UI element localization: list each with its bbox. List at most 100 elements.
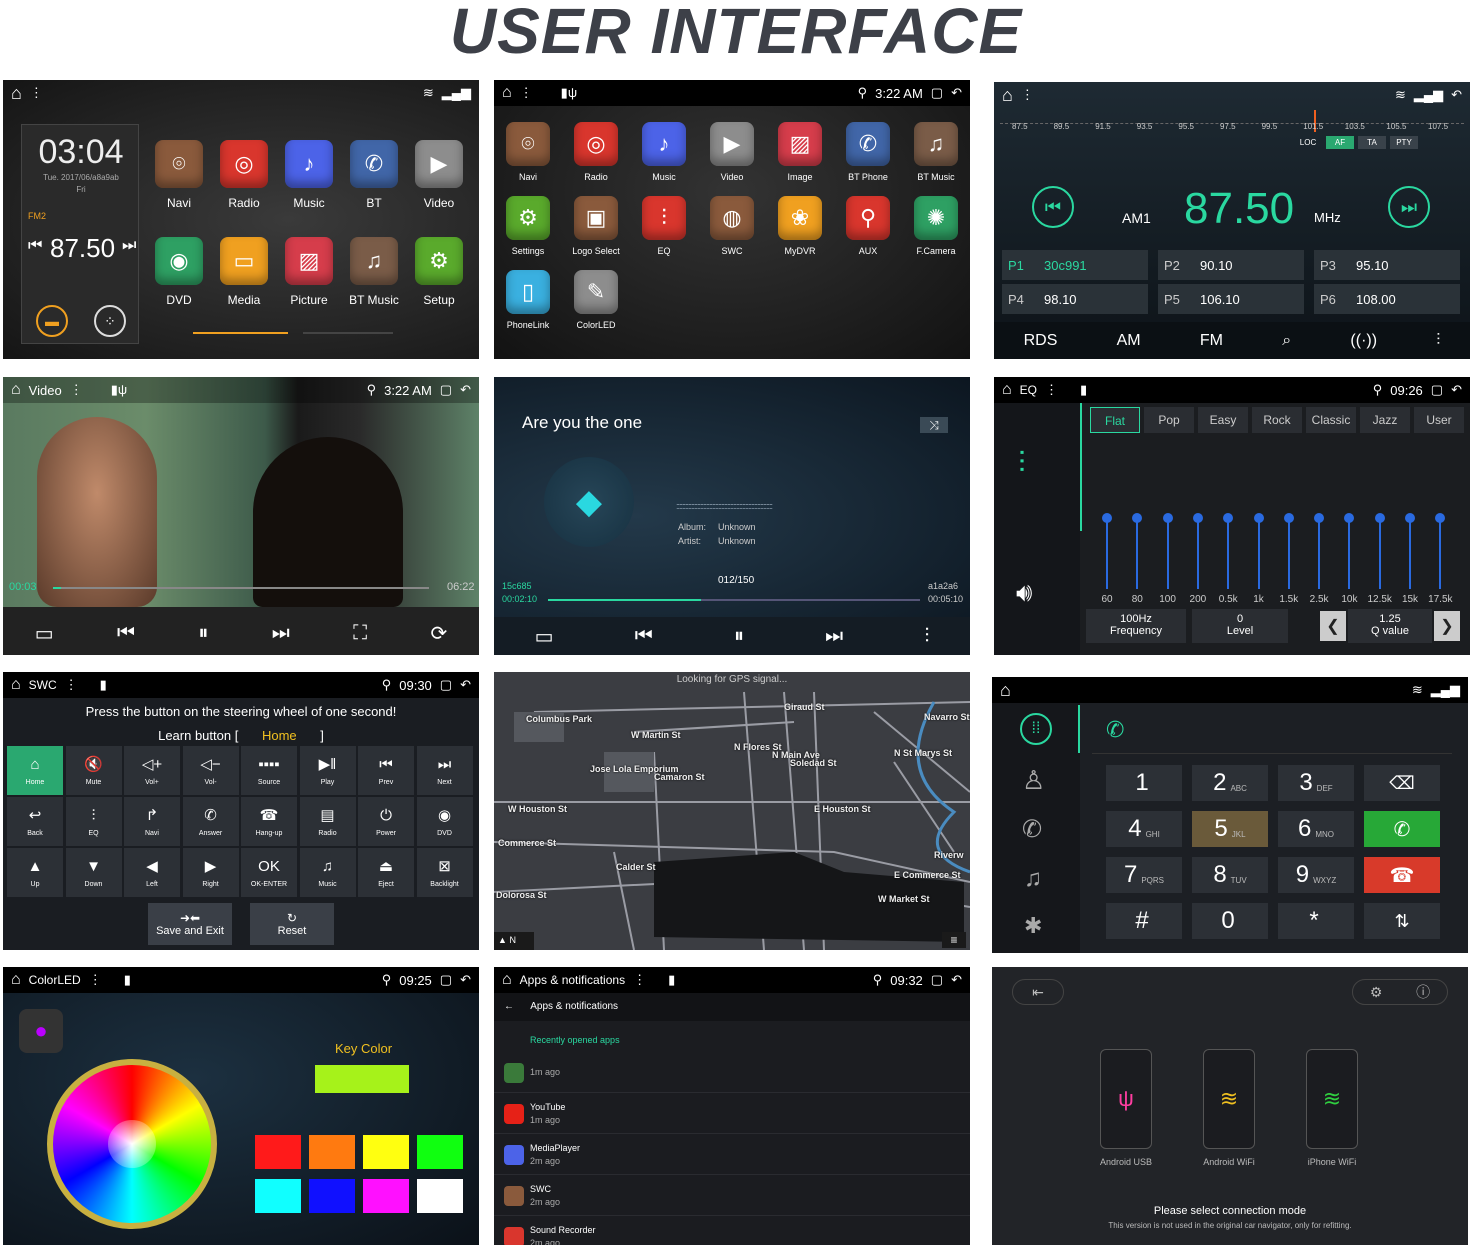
eq-band-track[interactable]	[1166, 517, 1169, 589]
connection-mode-android-usb[interactable]: ψ	[1100, 1049, 1152, 1149]
eq-preset-pop[interactable]: Pop	[1144, 407, 1194, 433]
eq-band-track[interactable]	[1318, 517, 1321, 589]
seek-forward-button[interactable]: ⏭	[1388, 186, 1430, 228]
app-navi-button[interactable]: ⌾	[155, 140, 203, 188]
tag-af[interactable]: AF	[1326, 136, 1354, 149]
connection-mode-android-wifi[interactable]: ≋	[1203, 1049, 1255, 1149]
app-bt-phone-button[interactable]: ✆	[846, 122, 890, 166]
q-decrease-button[interactable]: ❮	[1320, 611, 1346, 641]
eq-preset-jazz[interactable]: Jazz	[1360, 407, 1410, 433]
help-icon[interactable]: ⓘ	[1416, 982, 1430, 1002]
bluetooth-icon[interactable]: ✱	[1024, 913, 1042, 939]
seek-bar[interactable]	[53, 587, 429, 589]
app-music-button[interactable]: ♪	[285, 140, 333, 188]
menu-dots-icon[interactable]: ⋮	[65, 677, 78, 693]
next-icon[interactable]: ⏭	[272, 622, 290, 645]
app-setup-button[interactable]: ⚙	[415, 237, 463, 285]
home-icon[interactable]: ⌂	[11, 83, 22, 104]
swc-key-music[interactable]: ♫ Music	[299, 848, 356, 897]
prev-station-icon[interactable]: ⏮	[28, 237, 42, 255]
back-icon[interactable]: ↶	[460, 382, 471, 398]
swc-key-navi[interactable]: ↱ Navi	[124, 797, 180, 846]
call-log-icon[interactable]: ✆	[1022, 815, 1042, 844]
eq-sliders-icon[interactable]: ⫶	[1018, 447, 1026, 481]
app-eq-button[interactable]: ⫶	[642, 196, 686, 240]
swc-key-play[interactable]: ▶‖ Play	[299, 746, 356, 795]
dialpad-icon[interactable]: ⁞⁞	[1020, 713, 1052, 745]
eq-preset-user[interactable]: User	[1414, 407, 1464, 433]
app-bt-button[interactable]: ✆	[350, 140, 398, 188]
recent-app-row[interactable]: Sound Recorder 2m ago	[494, 1217, 970, 1245]
app-video-button[interactable]: ▶	[415, 140, 463, 188]
color-swatch[interactable]	[417, 1135, 463, 1169]
bt-music-icon[interactable]: ♫	[1024, 865, 1042, 893]
eq-preset-easy[interactable]: Easy	[1198, 407, 1248, 433]
eq-band-track[interactable]	[1136, 517, 1139, 589]
preset-p6-button[interactable]: P6 108.00	[1314, 284, 1460, 314]
dial-key-1[interactable]: 1	[1106, 765, 1182, 801]
recent-app-row[interactable]: YouTube 1m ago	[494, 1094, 970, 1134]
dial-key-4[interactable]: 4 GHI	[1106, 811, 1182, 847]
swc-key-home[interactable]: ⌂ Home	[7, 746, 63, 795]
back-icon[interactable]: ↶	[951, 972, 962, 988]
back-icon[interactable]: ↶	[951, 85, 962, 101]
recents-icon[interactable]: ▢	[440, 382, 452, 398]
broadcast-icon[interactable]: ((·))	[1350, 332, 1377, 350]
contacts-icon[interactable]: ♙	[1022, 765, 1045, 796]
app-mydvr-button[interactable]: ❀	[778, 196, 822, 240]
color-swatch[interactable]	[309, 1179, 355, 1213]
eq-sliders-icon[interactable]: ⫶	[1436, 332, 1440, 350]
eq-sliders-icon[interactable]: ⫶	[924, 625, 929, 648]
app-bt-music-button[interactable]: ♫	[350, 237, 398, 285]
swc-key-next[interactable]: ⏭ Next	[416, 746, 473, 795]
exit-button[interactable]: ⇤	[1012, 979, 1064, 1005]
folder-icon[interactable]: ▭	[535, 624, 554, 649]
dial-key-7[interactable]: 7 PQRS	[1106, 857, 1182, 893]
menu-dots-icon[interactable]: ⋮	[30, 85, 43, 101]
back-icon[interactable]: ↶	[1451, 87, 1462, 103]
search-icon[interactable]: ⌕	[1282, 332, 1291, 350]
recents-icon[interactable]: ▢	[440, 972, 452, 988]
eq-band-track[interactable]	[1106, 517, 1108, 589]
menu-dots-icon[interactable]: ⋮	[89, 972, 102, 988]
recent-app-row[interactable]: 1m ago	[494, 1053, 970, 1093]
dial-key-6[interactable]: 6 MNO	[1278, 811, 1354, 847]
eq-band-track[interactable]	[1409, 517, 1411, 589]
repeat-icon[interactable]: ⟳	[430, 621, 447, 646]
app-aux-button[interactable]: ⚲	[846, 196, 890, 240]
eq-band-knob[interactable]	[1405, 513, 1415, 523]
swc-key-ok-enter[interactable]: OK OK-ENTER	[241, 848, 297, 897]
app-swc-button[interactable]: ◍	[710, 196, 754, 240]
dial-key-0[interactable]: 0	[1192, 903, 1268, 939]
recents-icon[interactable]: ▢	[1431, 382, 1443, 398]
eq-band-knob[interactable]	[1374, 513, 1385, 523]
color-wheel[interactable]	[47, 1059, 217, 1229]
dial-key-8[interactable]: 8 TUV	[1192, 857, 1268, 893]
next-station-icon[interactable]: ⏭	[122, 237, 136, 255]
tag-loc[interactable]: LOC	[1294, 136, 1322, 149]
save-and-exit-button[interactable]: ➜⬅ Save and Exit	[148, 903, 232, 945]
back-icon[interactable]: ↶	[460, 677, 471, 693]
eq-band-knob[interactable]	[1162, 513, 1173, 523]
menu-dots-icon[interactable]: ⋮	[70, 382, 83, 398]
swc-key-prev[interactable]: ⏮ Prev	[358, 746, 414, 795]
swc-key-down[interactable]: ▼ Down	[65, 848, 122, 897]
home-icon[interactable]: ⌂	[1002, 85, 1013, 106]
home-icon[interactable]: ⌂	[1000, 680, 1011, 701]
swc-key-radio[interactable]: ▤ Radio	[299, 797, 356, 846]
recents-icon[interactable]: ▢	[931, 85, 943, 101]
color-swatch[interactable]	[309, 1135, 355, 1169]
pause-icon[interactable]: ⏸	[734, 625, 744, 648]
volume-icon[interactable]: 🔊︎	[1016, 577, 1032, 609]
am-button[interactable]: AM	[1117, 332, 1141, 350]
swc-key-answer[interactable]: ✆ Answer	[182, 797, 239, 846]
dial-key-#[interactable]: #	[1106, 903, 1182, 939]
folder-icon[interactable]: ▭	[35, 621, 54, 646]
back-icon[interactable]: ↶	[1451, 382, 1462, 398]
tag-ta[interactable]: TA	[1358, 136, 1386, 149]
color-swatch[interactable]	[363, 1135, 409, 1169]
app-phonelink-button[interactable]: ▯	[506, 270, 550, 314]
prev-icon[interactable]: ⏮	[635, 625, 653, 648]
home-icon[interactable]: ⌂	[11, 971, 21, 989]
app-image-button[interactable]: ▨	[778, 122, 822, 166]
